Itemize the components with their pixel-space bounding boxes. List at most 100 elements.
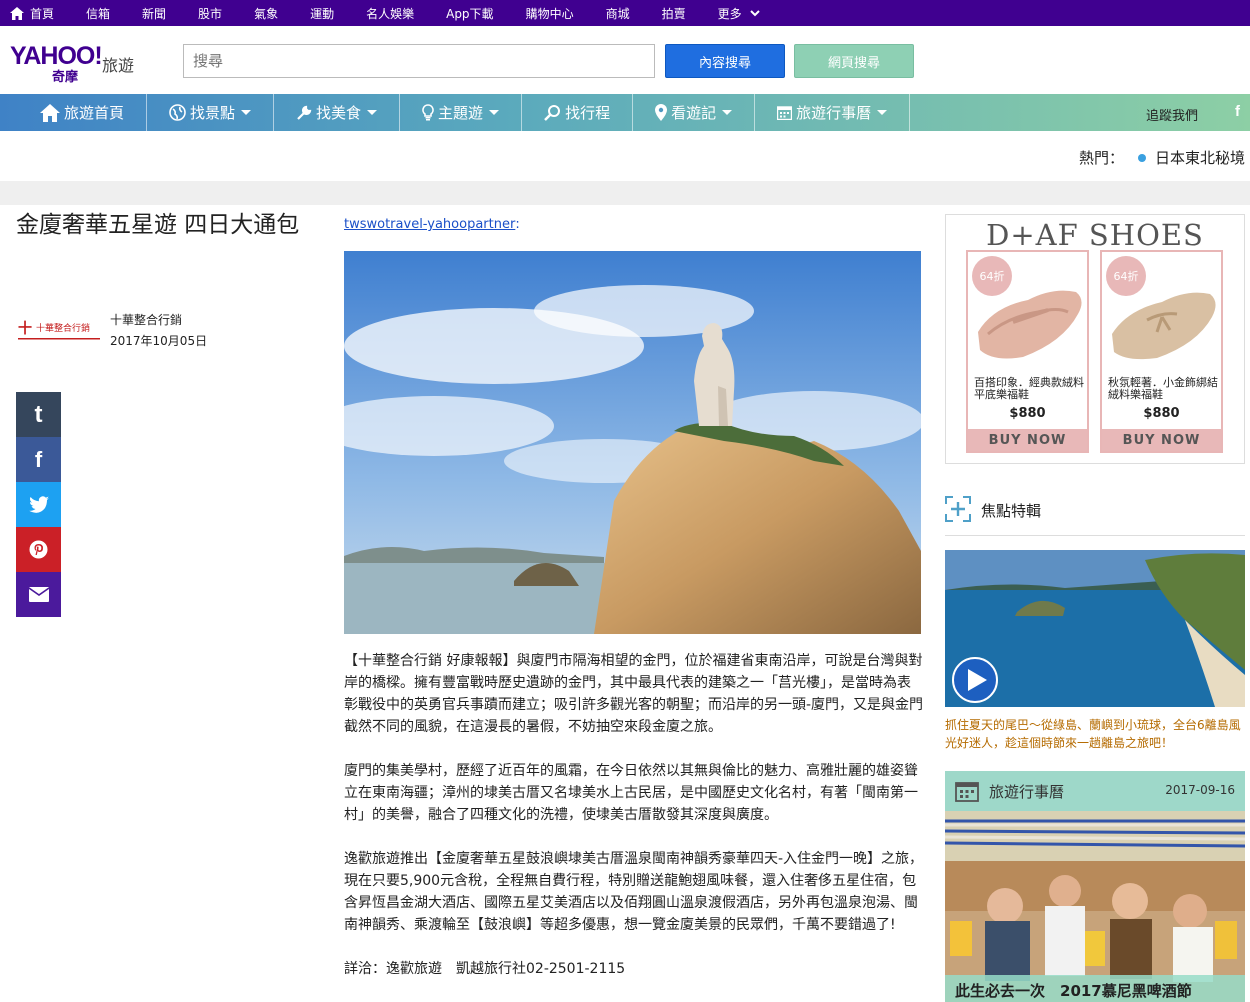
product-price: $880: [1143, 406, 1180, 421]
share-pinterest[interactable]: [16, 527, 61, 572]
divider-band: [0, 181, 1250, 205]
topbar-shopping[interactable]: 購物中心: [526, 5, 574, 22]
calendar-icon: [777, 106, 793, 120]
topbar-stock[interactable]: 股市: [198, 5, 222, 22]
divider: [945, 535, 1245, 536]
nav-theme[interactable]: 主題遊: [400, 94, 523, 131]
home-icon: [40, 103, 60, 122]
nav-label: 旅遊行事曆: [796, 104, 872, 122]
caret-down-icon: [489, 110, 500, 115]
section-name: 旅遊: [102, 56, 135, 75]
article-title: 金廈奢華五星遊 四日大通包: [16, 212, 300, 238]
nav-label: 找美食: [316, 104, 362, 122]
pinterest-icon: [29, 540, 48, 559]
nav-spots[interactable]: 找景點: [147, 94, 275, 131]
hot-label: 熱門：: [1078, 149, 1124, 167]
article-paragraph: 詳洽：逸歡旅遊 凱越旅行社02-2501-2115: [344, 961, 626, 977]
article-paragraph: 廈門的集美學村，歷經了近百年的風霜，在今日依然以其無與倫比的魅力、高雅壯麗的雄姿…: [344, 763, 918, 823]
topbar-news[interactable]: 新聞: [142, 5, 166, 22]
topbar-celebrity[interactable]: 名人娛樂: [366, 5, 414, 22]
article-photo: [344, 251, 921, 634]
plus-frame-icon: [945, 496, 971, 522]
map-pin-icon: [655, 104, 668, 121]
calendar-caption[interactable]: 此生必去一次 2017慕尼黑啤酒節: [945, 975, 1245, 1002]
nav-label: 找行程: [565, 104, 611, 122]
nav-travel-home[interactable]: 旅遊首頁: [0, 94, 148, 131]
discount-badge: 64折: [972, 256, 1012, 296]
product-price: $880: [1009, 406, 1046, 421]
content-search-button[interactable]: 內容搜尋: [665, 44, 785, 78]
ad-product-card[interactable]: 64折 百搭印象．經典款絨料平底樂福鞋 $880 BUY NOW: [966, 250, 1089, 453]
topbar-home-label: 首頁: [30, 6, 55, 21]
source-link[interactable]: twswotravel-yahoopartner:: [344, 217, 520, 232]
share-twitter[interactable]: [16, 482, 61, 527]
product-name: 百搭印象．經典款絨料平底樂福鞋: [974, 376, 1084, 401]
home-icon: [10, 6, 24, 20]
publish-date: 2017年10月05日: [110, 334, 208, 348]
share-email[interactable]: [16, 572, 61, 617]
twitter-icon: [28, 496, 49, 513]
bullet-icon: [1138, 154, 1146, 162]
calendar-photo[interactable]: [945, 811, 1245, 1002]
nav-itinerary[interactable]: 找行程: [522, 94, 634, 131]
facebook-icon: f: [34, 446, 43, 472]
calendar-date: 2017-09-16: [1165, 783, 1235, 797]
topbar-more-label: 更多: [717, 6, 742, 21]
topbar-mail[interactable]: 信箱: [86, 5, 110, 22]
wrench-icon: [297, 105, 312, 120]
nav-label: 看遊記: [671, 104, 717, 122]
topbar-mall[interactable]: 商城: [606, 5, 630, 22]
calendar-icon: [955, 782, 979, 802]
hot-link[interactable]: 日本東北秘境: [1155, 147, 1245, 168]
topbar-weather[interactable]: 氣象: [254, 5, 278, 22]
globe-icon: [169, 104, 186, 121]
search-icon: [544, 105, 561, 121]
calendar-caption-text: 此生必去一次 2017慕尼黑啤酒節: [955, 982, 1192, 1000]
travel-nav: 旅遊首頁 找景點 找美食 主題遊 找行程 看遊記 旅遊行事曆 追蹤我們 f: [0, 94, 1250, 131]
product-name: 秋氛輕著．小金飾綁結絨料樂福鞋: [1108, 376, 1218, 401]
nav-blogs[interactable]: 看遊記: [633, 94, 756, 131]
topbar-more[interactable]: 更多: [718, 5, 760, 22]
ad-brand: D+AF SHOES: [986, 218, 1204, 252]
author-logo[interactable]: 十 十華整合行銷: [16, 318, 102, 346]
topbar-app[interactable]: App下載: [446, 5, 493, 22]
focus-caption[interactable]: 抓住夏天的尾巴～從綠島、蘭嶼到小琉球，全台6離島風光好迷人，趁這個時節來一趟離島…: [945, 716, 1245, 752]
caret-down-icon: [367, 110, 378, 115]
svg-text:十: 十: [18, 320, 32, 337]
topbar-sports[interactable]: 運動: [310, 5, 334, 22]
yahoo-logo[interactable]: YAHOO! 奇摩 旅遊: [10, 42, 140, 86]
buy-now-button[interactable]: BUY NOW: [968, 429, 1087, 451]
share-facebook[interactable]: f: [16, 437, 61, 482]
buy-now-button[interactable]: BUY NOW: [1102, 429, 1221, 451]
article-paragraph: 逸歡旅遊推出【金廈奢華五星鼓浪嶼埭美古厝溫泉閩南神韻秀豪華四天-入住金門一晚】之…: [344, 851, 924, 933]
nav-label: 主題遊: [438, 104, 484, 122]
focus-title: 焦點特輯: [981, 502, 1042, 520]
source-name: twswotravel-yahoopartner: [344, 217, 516, 232]
caret-down-icon: [241, 110, 252, 115]
shoe-ad[interactable]: D+AF SHOES 64折 百搭印象．經典款絨料平底樂福鞋 $880 BUY …: [945, 214, 1245, 464]
author-name[interactable]: 十華整合行銷: [110, 311, 182, 328]
web-search-button[interactable]: 網頁搜尋: [794, 44, 914, 78]
calendar-title[interactable]: 旅遊行事曆: [989, 781, 1064, 802]
focus-video-thumbnail[interactable]: [945, 550, 1245, 707]
facebook-icon[interactable]: f: [1235, 103, 1240, 120]
source-colon: :: [515, 217, 520, 232]
follow-us-label: 追蹤我們: [1145, 109, 1198, 124]
topbar-auction[interactable]: 拍賣: [662, 5, 686, 22]
topbar-home[interactable]: 首頁: [10, 5, 54, 22]
author-logo-text: 十華整合行銷: [36, 322, 90, 334]
nav-food[interactable]: 找美食: [274, 94, 401, 131]
envelope-icon: [28, 587, 49, 602]
hot-topics: 熱門： 日本東北秘境: [0, 131, 1250, 181]
article-body: 【十華整合行銷 好康報報】與廈門市隔海相望的金門，位於福建省東南沿岸，可說是台灣…: [344, 650, 924, 1002]
tumblr-icon: t: [34, 400, 43, 428]
caret-down-icon: [722, 110, 733, 115]
search-input[interactable]: [183, 44, 655, 78]
article-paragraph: 【十華整合行銷 好康報報】與廈門市隔海相望的金門，位於福建省東南沿岸，可說是台灣…: [344, 653, 924, 735]
calendar-header: 旅遊行事曆 2017-09-16: [945, 771, 1245, 811]
nav-label: 找景點: [190, 104, 236, 122]
nav-calendar[interactable]: 旅遊行事曆: [755, 94, 911, 131]
ad-product-card[interactable]: 64折 秋氛輕著．小金飾綁結絨料樂福鞋 $880 BUY NOW: [1100, 250, 1223, 453]
share-tumblr[interactable]: t: [16, 392, 61, 437]
header: YAHOO! 奇摩 旅遊 內容搜尋 網頁搜尋: [0, 26, 1250, 94]
